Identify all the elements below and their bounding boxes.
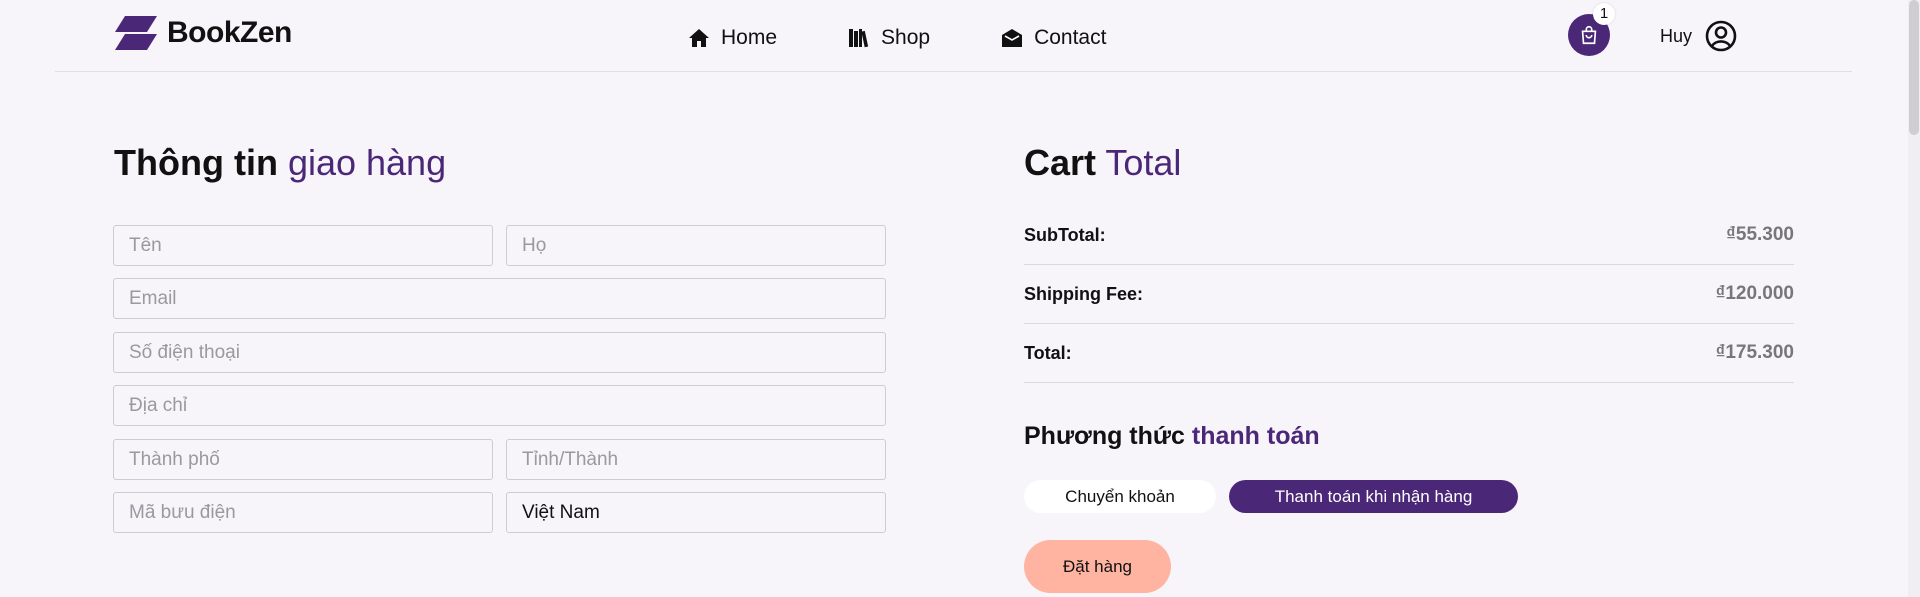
address-field[interactable]: Địa chỉ [113,385,886,426]
shopping-bag-icon [1581,25,1597,45]
nav-item-shop[interactable]: Shop [847,26,930,50]
payment-title-light: thanh toán [1191,422,1320,450]
brand-logo[interactable]: BookZen [115,16,292,50]
shipping-form-title: Thông tin giao hàng [114,142,446,184]
phone-field[interactable]: Số điện thoại [113,332,886,373]
shipping-title-light: giao hàng [287,142,447,183]
postal-code-field[interactable]: Mã bưu điện [113,492,493,533]
total-value: ₫175.300 [1715,342,1794,363]
nav-label-contact: Contact [1034,26,1107,49]
brand-name: BookZen [167,16,292,49]
shipping-fee-row: Shipping Fee: ₫120.000 [1024,265,1794,324]
nav-label-shop: Shop [881,26,931,49]
shipping-fee-value: ₫120.000 [1715,283,1794,304]
shipping-title-bold: Thông tin [114,142,278,183]
place-order-button[interactable]: Đặt hàng [1024,540,1171,593]
envelope-icon [1002,29,1023,47]
cart-title-bold: Cart [1024,142,1097,183]
cart-title-light: Total [1105,142,1182,183]
main-nav: Home Shop Contact [687,26,1176,50]
nav-label-home: Home [721,26,778,49]
payment-option-cash-on-delivery[interactable]: Thanh toán khi nhận hàng [1229,480,1518,513]
user-account-icon[interactable] [1705,20,1737,52]
total-row: Total: ₫175.300 [1024,324,1794,383]
city-field[interactable]: Thành phố [113,439,493,480]
scrollbar-thumb[interactable] [1909,0,1919,135]
email-field[interactable]: Email [113,278,886,319]
subtotal-value: ₫55.300 [1726,224,1794,245]
total-label: Total: [1024,342,1072,363]
country-field[interactable]: Việt Nam [506,492,886,533]
bookzen-logo-icon [115,16,157,50]
nav-item-contact[interactable]: Contact [1000,26,1106,50]
payment-option-bank-transfer[interactable]: Chuyển khoản [1024,480,1216,513]
payment-title-bold: Phương thức [1024,422,1185,450]
user-name[interactable]: Huy [1660,26,1692,47]
cart-count-badge: 1 [1593,3,1615,25]
last-name-field[interactable]: Họ [506,225,886,266]
shipping-fee-label: Shipping Fee: [1024,283,1143,304]
province-field[interactable]: Tỉnh/Thành [506,439,886,480]
nav-item-home[interactable]: Home [687,26,777,50]
page-scrollbar[interactable] [1908,0,1920,597]
subtotal-row: SubTotal: ₫55.300 [1024,206,1794,265]
payment-method-title: Phương thức thanh toán [1024,422,1320,451]
home-icon [689,29,709,47]
books-icon [849,29,869,48]
subtotal-label: SubTotal: [1024,224,1106,245]
cart-total-title: Cart Total [1024,142,1181,184]
first-name-field[interactable]: Tên [113,225,493,266]
